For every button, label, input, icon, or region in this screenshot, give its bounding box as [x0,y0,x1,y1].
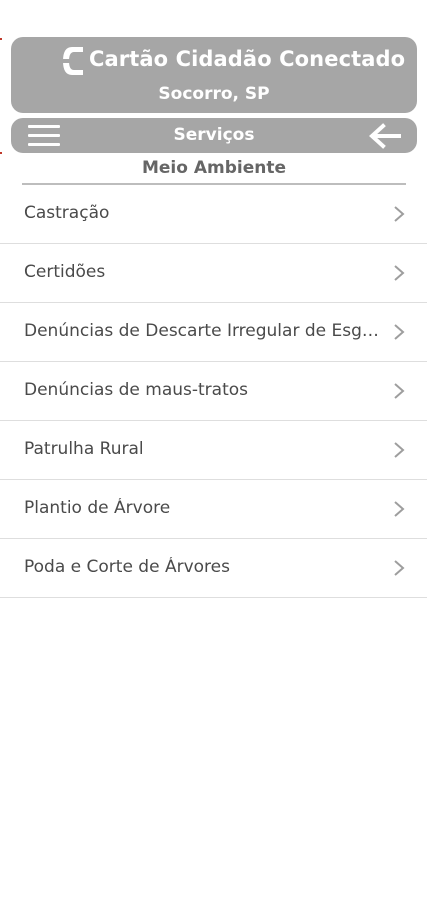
list-item-castracao[interactable]: Castração [0,185,427,244]
list-item-label: Denúncias de maus-tratos [24,380,249,400]
list-item-label: Plantio de Árvore [24,498,171,518]
logo-icon [63,47,83,75]
list-item-poda-corte[interactable]: Poda e Corte de Árvores [0,539,427,598]
list-item-plantio-arvore[interactable]: Plantio de Árvore [0,480,427,539]
chevron-right-icon [394,324,405,340]
list-item-certidoes[interactable]: Certidões [0,244,427,303]
list-item-label: Poda e Corte de Árvores [24,557,230,577]
service-list: Castração Certidões Denúncias de Descart… [0,185,427,598]
chevron-right-icon [394,501,405,517]
list-item-denuncias-maus-tratos[interactable]: Denúncias de maus-tratos [0,362,427,421]
list-item-label: Certidões [24,262,106,282]
nav-title: Serviços [173,125,255,145]
list-item-denuncias-descarte[interactable]: Denúncias de Descarte Irregular de Esgot… [0,303,427,362]
chevron-right-icon [394,442,405,458]
list-item-label: Castração [24,203,110,223]
app-header: Cartão Cidadão Conectado Socorro, SP [11,37,417,113]
list-item-label: Patrulha Rural [24,439,144,459]
edge-mark [0,152,2,154]
list-item-patrulha-rural[interactable]: Patrulha Rural [0,421,427,480]
app-subtitle: Socorro, SP [158,84,270,104]
edge-mark [0,38,2,40]
chevron-right-icon [394,265,405,281]
app-title: Cartão Cidadão Conectado [89,47,406,71]
arrow-left-icon[interactable] [368,123,402,149]
section-title: Meio Ambiente [141,158,287,178]
chevron-right-icon [394,383,405,399]
list-item-label: Denúncias de Descarte Irregular de Esgot… [24,321,379,341]
chevron-right-icon [394,206,405,222]
nav-bar: Serviços [11,118,417,153]
chevron-right-icon [394,560,405,576]
